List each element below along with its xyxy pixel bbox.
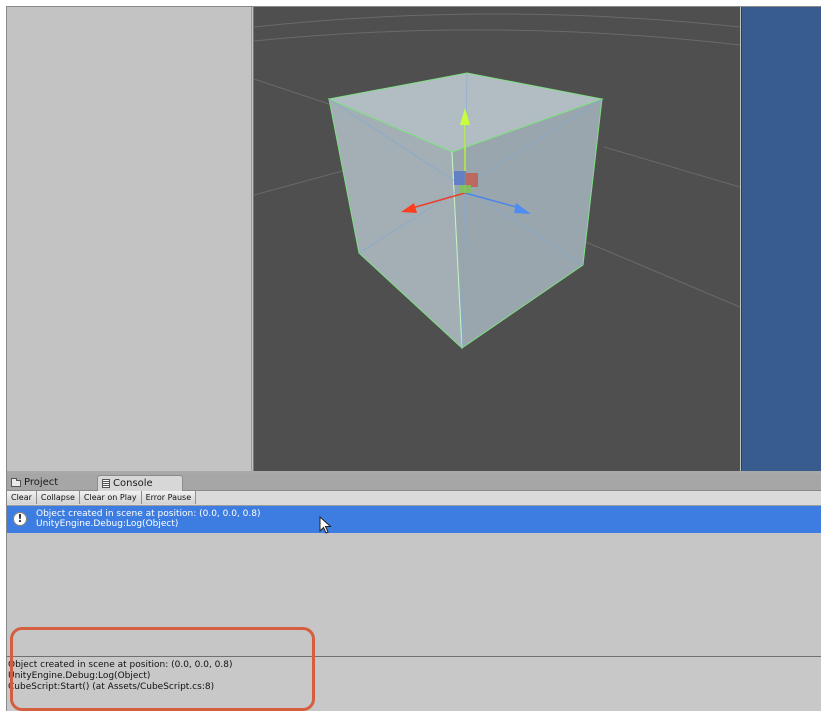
console-toolbar: Clear Collapse Clear on Play Error Pause [7,491,821,506]
detail-line-debug-log: UnityEngine.Debug:Log(Object) [8,671,151,681]
clear-on-play-button[interactable]: Clear on Play [79,491,142,504]
log-entry-selected[interactable]: ! Object created in scene at position: (… [7,506,821,533]
collapse-button[interactable]: Collapse [36,491,80,504]
bottom-tab-strip: Project Console [7,474,821,491]
console-icon [102,479,110,488]
folder-icon [11,478,21,487]
tab-project[interactable]: Project [7,476,93,490]
clear-button[interactable]: Clear [7,491,37,504]
detail-line-stack-trace: CubeScript:Start() (at Assets/CubeScript… [8,682,215,692]
tab-console-label: Console [113,477,153,489]
hierarchy-panel [7,7,252,471]
mouse-pointer-icon [319,516,332,534]
detail-line-message: Object created in scene at position: (0.… [8,660,233,670]
scene-view[interactable] [253,7,740,471]
log-entry-source: UnityEngine.Debug:Log(Object) [36,519,179,529]
error-pause-button[interactable]: Error Pause [141,491,197,504]
log-entry-message: Object created in scene at position: (0.… [36,509,261,519]
console-detail-panel: Object created in scene at position: (0.… [7,657,821,711]
scene-canvas[interactable] [254,7,740,471]
console-log-list[interactable]: ! Object created in scene at position: (… [7,506,821,657]
unity-editor: Project Console Clear Collapse Clear on … [6,6,821,711]
info-icon: ! [13,512,27,526]
game-view[interactable] [741,7,821,471]
tab-project-label: Project [24,477,59,488]
tab-console[interactable]: Console [97,475,183,491]
